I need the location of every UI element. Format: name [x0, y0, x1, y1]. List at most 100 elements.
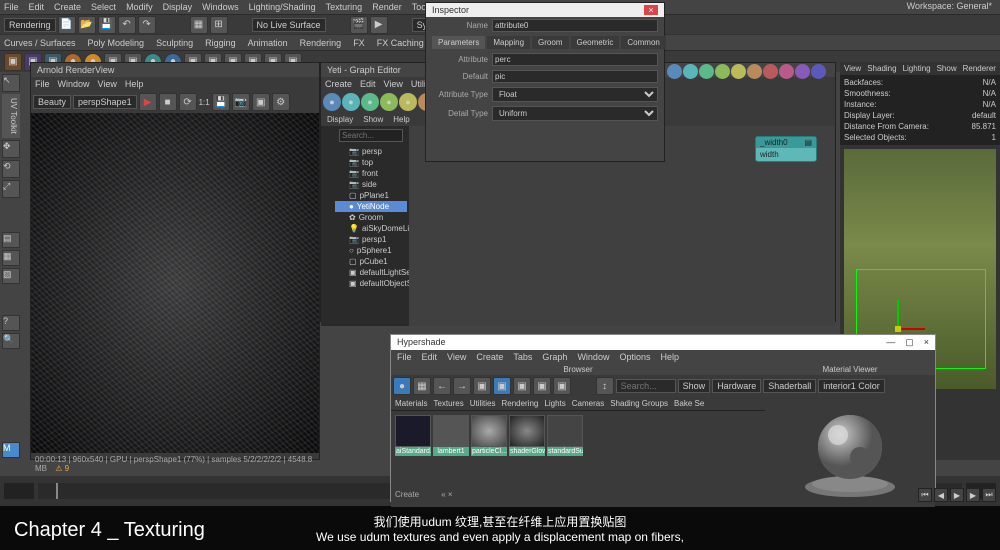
shelf-curves[interactable]: Curves / Surfaces [4, 38, 76, 48]
hs-menu-window[interactable]: Window [577, 352, 609, 362]
rv-menu-help[interactable]: Help [125, 79, 144, 89]
vp-menu-lighting[interactable]: Lighting [903, 64, 931, 73]
layout-icon[interactable]: ▤ [2, 232, 20, 248]
shelf-poly[interactable]: Poly Modeling [88, 38, 145, 48]
hs-menu-view[interactable]: View [447, 352, 466, 362]
hs-menu-options[interactable]: Options [619, 352, 650, 362]
tab-cameras[interactable]: Cameras [572, 399, 604, 408]
hs-menu-create[interactable]: Create [476, 352, 503, 362]
vp-tool-icon[interactable] [779, 64, 794, 79]
shelf-fx[interactable]: FX [353, 38, 365, 48]
rv-stop-icon[interactable]: ■ [159, 93, 177, 111]
menu-display[interactable]: Display [163, 2, 193, 12]
menu-select[interactable]: Select [91, 2, 116, 12]
vp-tool-icon[interactable] [731, 64, 746, 79]
redo-icon[interactable]: ↷ [138, 16, 156, 34]
ol-menu-show[interactable]: Show [363, 115, 383, 124]
hs-shaderball-dropdown[interactable]: Shaderball [763, 379, 816, 393]
menu-windows[interactable]: Windows [202, 2, 239, 12]
ipr-icon[interactable]: ▶ [370, 16, 388, 34]
menu-lighting[interactable]: Lighting/Shading [249, 2, 316, 12]
default-field[interactable] [492, 70, 658, 83]
hs-sort-icon[interactable]: ↕ [596, 377, 614, 395]
move-tool-icon[interactable]: ✥ [2, 140, 20, 158]
rv-play-icon[interactable]: ▶ [139, 93, 157, 111]
menu-texturing[interactable]: Texturing [326, 2, 363, 12]
play-icon[interactable]: ▶ [950, 488, 964, 502]
rv-aov-dropdown[interactable]: Beauty [33, 95, 71, 109]
rotate-tool-icon[interactable]: ⟲ [2, 160, 20, 178]
menu-file[interactable]: File [4, 2, 19, 12]
layout-icon[interactable]: ▧ [2, 268, 20, 284]
material-swatch[interactable]: particleCl... [471, 415, 507, 456]
hs-tool-icon[interactable]: ▣ [513, 377, 531, 395]
hs-menu-graph[interactable]: Graph [542, 352, 567, 362]
shelf-rendering[interactable]: Rendering [300, 38, 342, 48]
rv-camera-dropdown[interactable]: perspShape1 [73, 95, 137, 109]
vp-tool-icon[interactable] [667, 64, 682, 79]
outliner-item[interactable]: 📷front [335, 168, 407, 179]
render-icon[interactable]: 🎬 [350, 16, 368, 34]
outliner-item[interactable]: ▢pCube1 [335, 256, 407, 267]
outliner-search[interactable] [339, 129, 403, 142]
hs-menu-file[interactable]: File [397, 352, 412, 362]
rv-refresh-icon[interactable]: ⟳ [179, 93, 197, 111]
hs-interior-dropdown[interactable]: interior1 Color [818, 379, 885, 393]
shelf-animation[interactable]: Animation [248, 38, 288, 48]
hs-menu-tabs[interactable]: Tabs [513, 352, 532, 362]
open-scene-icon[interactable]: 📂 [78, 16, 96, 34]
material-swatch[interactable]: lambert1 [433, 415, 469, 456]
vp-tool-icon[interactable] [747, 64, 762, 79]
menu-modify[interactable]: Modify [126, 2, 153, 12]
undo-icon[interactable]: ↶ [118, 16, 136, 34]
tab-parameters[interactable]: Parameters [432, 36, 485, 49]
ge-tool-icon[interactable]: ● [323, 93, 341, 111]
rv-menu-view[interactable]: View [98, 79, 117, 89]
close-icon[interactable]: × [644, 5, 658, 15]
menu-edit[interactable]: Edit [29, 2, 45, 12]
hs-tool-icon[interactable]: ← [433, 377, 451, 395]
tab-shadinggroups[interactable]: Shading Groups [610, 399, 668, 408]
ge-menu-create[interactable]: Create [325, 79, 352, 89]
scale-tool-icon[interactable]: ⤢ [2, 180, 20, 198]
outliner-item[interactable]: ▣defaultLightSet [335, 267, 407, 278]
rv-menu-window[interactable]: Window [58, 79, 90, 89]
menu-render[interactable]: Render [372, 2, 402, 12]
renderview-image[interactable] [31, 113, 319, 453]
shelf-fxcaching[interactable]: FX Caching [377, 38, 424, 48]
new-scene-icon[interactable]: 📄 [58, 16, 76, 34]
name-field[interactable] [492, 19, 658, 32]
rv-snapshot-icon[interactable]: 📷 [232, 93, 250, 111]
vp-menu-show[interactable]: Show [937, 64, 957, 73]
detailtype-dropdown[interactable]: Uniform [492, 106, 658, 121]
close-icon[interactable]: × [924, 337, 929, 347]
vp-menu-shading[interactable]: Shading [867, 64, 896, 73]
outliner-item[interactable]: 💡aiSkyDomeLight2 [335, 223, 407, 234]
vp-menu-view[interactable]: View [844, 64, 861, 73]
hs-tool-icon[interactable]: ▣ [553, 377, 571, 395]
hs-tool-icon[interactable]: → [453, 377, 471, 395]
attribute-field[interactable] [492, 53, 658, 66]
inspector-titlebar[interactable]: Inspector × [426, 3, 664, 17]
vp-menu-renderer[interactable]: Renderer [963, 64, 996, 73]
ol-menu-help[interactable]: Help [393, 115, 409, 124]
ge-tool-icon[interactable]: ● [361, 93, 379, 111]
outliner-item[interactable]: 📷side [335, 179, 407, 190]
outliner-item[interactable]: ✿Groom [335, 212, 407, 223]
save-scene-icon[interactable]: 💾 [98, 16, 116, 34]
fastfwd-icon[interactable]: ⏭ [982, 488, 996, 502]
maximize-icon[interactable]: ▢ [905, 337, 914, 347]
rv-save-icon[interactable]: 💾 [212, 93, 230, 111]
layout-icon[interactable]: ▦ [2, 250, 20, 266]
vp-tool-icon[interactable] [811, 64, 826, 79]
ge-tool-icon[interactable]: ● [399, 93, 417, 111]
hs-menu-edit[interactable]: Edit [422, 352, 438, 362]
hs-tool-icon[interactable]: ▣ [533, 377, 551, 395]
workspace-dropdown[interactable]: Workspace: General* [907, 1, 992, 11]
vp-tool-icon[interactable] [763, 64, 778, 79]
ol-menu-display[interactable]: Display [327, 115, 353, 124]
maya-icon[interactable]: M [2, 442, 20, 458]
collapse-icon[interactable]: « × [441, 490, 452, 499]
tab-mapping[interactable]: Mapping [487, 36, 530, 49]
hs-menu-help[interactable]: Help [660, 352, 679, 362]
